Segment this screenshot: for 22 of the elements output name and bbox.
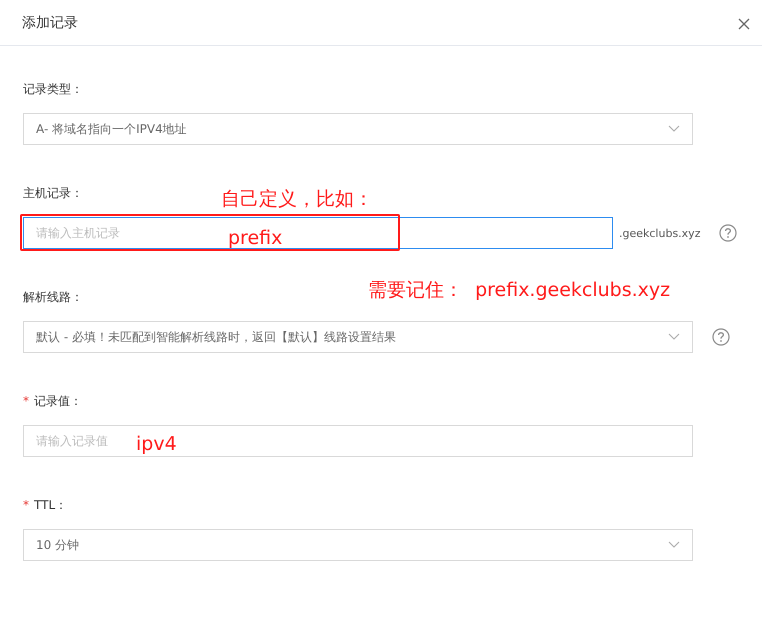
annotation-text: 自己定义，比如：	[221, 190, 373, 209]
close-icon[interactable]	[738, 18, 750, 30]
chevron-down-icon	[668, 125, 680, 133]
required-asterisk: *	[23, 498, 29, 512]
annotation-text: ipv4	[136, 435, 177, 454]
field-label: TTL：	[34, 496, 68, 514]
chevron-down-icon	[668, 333, 680, 341]
annotation-text: 需要记住： prefix.geekclubs.xyz	[368, 281, 670, 300]
select-field[interactable]: 默认 - 必填！未匹配到智能解析线路时，返回【默认】线路设置结果	[23, 321, 693, 353]
chevron-down-icon	[668, 541, 680, 549]
field-label: 解析线路：	[23, 288, 83, 306]
dialog-title: 添加记录	[22, 14, 78, 32]
field-label: 记录值：	[34, 392, 82, 410]
required-asterisk: *	[23, 394, 29, 408]
field-label: 主机记录：	[23, 184, 83, 202]
help-icon[interactable]	[719, 224, 738, 242]
annotation-text: prefix	[228, 229, 282, 248]
select-field[interactable]: A- 将域名指向一个IPV4地址	[23, 113, 693, 145]
help-icon[interactable]	[712, 328, 730, 346]
domain-suffix: .geekclubs.xyz	[619, 226, 700, 240]
select-field[interactable]: 10 分钟	[23, 529, 693, 561]
field-label: 记录类型：	[23, 80, 83, 98]
